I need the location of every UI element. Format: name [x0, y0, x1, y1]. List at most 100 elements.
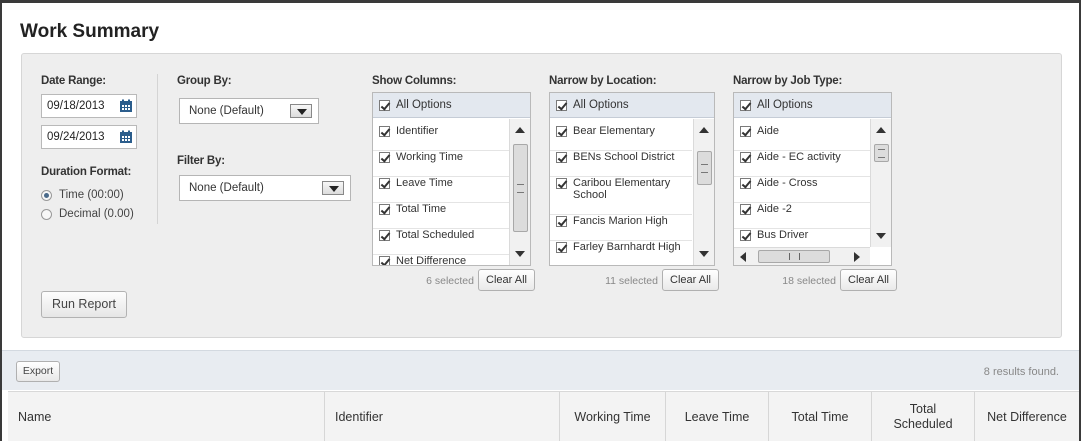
checkbox[interactable]	[740, 204, 751, 215]
divider	[157, 74, 158, 224]
scroll-thumb[interactable]	[758, 250, 830, 263]
all-options-row[interactable]: All Options	[550, 93, 714, 118]
checkbox[interactable]	[379, 230, 390, 241]
radio-button[interactable]	[41, 189, 52, 201]
chevron-down-icon[interactable]	[322, 181, 344, 195]
checkbox[interactable]	[556, 242, 567, 253]
scroll-thumb[interactable]	[874, 144, 889, 162]
list-item[interactable]: Net Difference	[373, 255, 509, 265]
checkbox[interactable]	[740, 152, 751, 163]
calendar-icon[interactable]	[119, 130, 133, 144]
checkbox[interactable]	[740, 178, 751, 189]
duration-format-label: Duration Format:	[41, 166, 132, 178]
scroll-down-icon[interactable]	[515, 251, 525, 257]
scroll-left-icon[interactable]	[740, 252, 746, 262]
list-item[interactable]: Identifier	[373, 125, 509, 151]
list-item-label: BENs School District	[573, 151, 675, 163]
scroll-thumb[interactable]	[513, 144, 528, 232]
show-columns-label: Show Columns:	[372, 75, 457, 87]
checkbox[interactable]	[740, 230, 751, 241]
all-options-row[interactable]: All Options	[373, 93, 530, 118]
list-item[interactable]: Bear Elementary	[550, 125, 692, 151]
checkbox[interactable]	[556, 178, 567, 189]
scroll-thumb[interactable]	[697, 151, 712, 185]
list-item-label: Farley Barnhardt High	[573, 241, 681, 253]
end-date-field[interactable]: 09/24/2013	[41, 125, 137, 149]
scroll-right-icon[interactable]	[854, 252, 860, 262]
show-columns-listbox[interactable]: All Options Identifier Working Time Leav…	[372, 92, 531, 266]
checkbox[interactable]	[379, 204, 390, 215]
horizontal-scrollbar[interactable]	[734, 247, 870, 265]
export-button[interactable]: Export	[16, 361, 60, 382]
vertical-scrollbar[interactable]	[509, 119, 530, 265]
all-options-row[interactable]: All Options	[734, 93, 891, 118]
list-item[interactable]: Working Time	[373, 151, 509, 177]
list-item[interactable]: Total Time	[373, 203, 509, 229]
column-header-total-scheduled[interactable]: Total Scheduled	[871, 392, 974, 441]
scroll-up-icon[interactable]	[699, 127, 709, 133]
list-item[interactable]: Leave Time	[373, 177, 509, 203]
radio-time-format[interactable]: Time (00:00)	[41, 189, 124, 201]
list-item[interactable]: Aide - EC activity	[734, 151, 870, 177]
column-header-total-time[interactable]: Total Time	[768, 392, 871, 441]
list-item-label: Total Scheduled	[396, 229, 475, 241]
radio-button[interactable]	[41, 208, 52, 220]
checkbox[interactable]	[379, 99, 390, 111]
column-header-identifier[interactable]: Identifier	[324, 392, 559, 441]
clear-all-job-types-button[interactable]: Clear All	[840, 269, 897, 291]
scroll-down-icon[interactable]	[876, 233, 886, 239]
list-item[interactable]: Fancis Marion High	[550, 215, 692, 241]
all-options-label: All Options	[573, 99, 629, 111]
column-header-leave-time[interactable]: Leave Time	[665, 392, 768, 441]
vertical-scrollbar[interactable]	[870, 119, 891, 247]
location-listbox[interactable]: All Options Bear Elementary BENs School …	[549, 92, 715, 266]
list-item[interactable]: Aide - Cross	[734, 177, 870, 203]
list-item[interactable]: Aide -2	[734, 203, 870, 229]
radio-time-label: Time (00:00)	[59, 189, 124, 201]
vertical-scrollbar[interactable]	[693, 119, 714, 265]
checkbox[interactable]	[740, 99, 751, 111]
group-by-select[interactable]: None (Default)	[179, 98, 319, 124]
location-count: 11 selected	[605, 275, 658, 287]
list-item[interactable]: Caribou Elementary School	[550, 177, 692, 215]
clear-all-locations-button[interactable]: Clear All	[662, 269, 719, 291]
scroll-down-icon[interactable]	[699, 251, 709, 257]
results-toolbar: Export 8 results found.	[2, 350, 1079, 390]
checkbox[interactable]	[740, 126, 751, 137]
scroll-up-icon[interactable]	[876, 127, 886, 133]
checkbox[interactable]	[556, 152, 567, 163]
start-date-field[interactable]: 09/18/2013	[41, 94, 137, 118]
checkbox[interactable]	[556, 216, 567, 227]
list-item-label: Working Time	[396, 151, 464, 163]
list-item-label: Aide -2	[757, 203, 792, 215]
chevron-down-icon[interactable]	[290, 104, 312, 118]
results-table-header: Name Identifier Working Time Leave Time …	[8, 391, 1079, 441]
list-item[interactable]: Total Scheduled	[373, 229, 509, 255]
run-report-button[interactable]: Run Report	[41, 291, 127, 318]
checkbox[interactable]	[556, 99, 567, 111]
filter-by-value: None (Default)	[189, 182, 264, 194]
list-item-label: Leave Time	[396, 177, 453, 189]
clear-all-columns-button[interactable]: Clear All	[478, 269, 535, 291]
column-header-name[interactable]: Name	[8, 392, 324, 441]
checkbox[interactable]	[556, 126, 567, 137]
checkbox[interactable]	[379, 152, 390, 163]
checkbox[interactable]	[379, 126, 390, 137]
column-header-working-time[interactable]: Working Time	[559, 392, 665, 441]
column-header-net-difference[interactable]: Net Difference	[974, 392, 1079, 441]
list-item[interactable]: Aide	[734, 125, 870, 151]
list-item-label: Total Time	[396, 203, 447, 215]
checkbox[interactable]	[379, 178, 390, 189]
list-item[interactable]: Bus Driver	[734, 229, 870, 249]
list-item[interactable]: Farley Barnhardt High	[550, 241, 692, 265]
scroll-up-icon[interactable]	[515, 127, 525, 133]
filter-by-select[interactable]: None (Default)	[179, 175, 351, 201]
end-date-value: 09/24/2013	[47, 131, 105, 143]
list-item[interactable]: BENs School District	[550, 151, 692, 177]
job-type-listbox[interactable]: All Options Aide Aide - EC activity Aide…	[733, 92, 892, 266]
calendar-icon[interactable]	[119, 99, 133, 113]
radio-decimal-format[interactable]: Decimal (0.00)	[41, 208, 134, 220]
list-item-label: Fancis Marion High	[573, 215, 668, 227]
checkbox[interactable]	[379, 256, 390, 265]
all-options-label: All Options	[396, 99, 452, 111]
